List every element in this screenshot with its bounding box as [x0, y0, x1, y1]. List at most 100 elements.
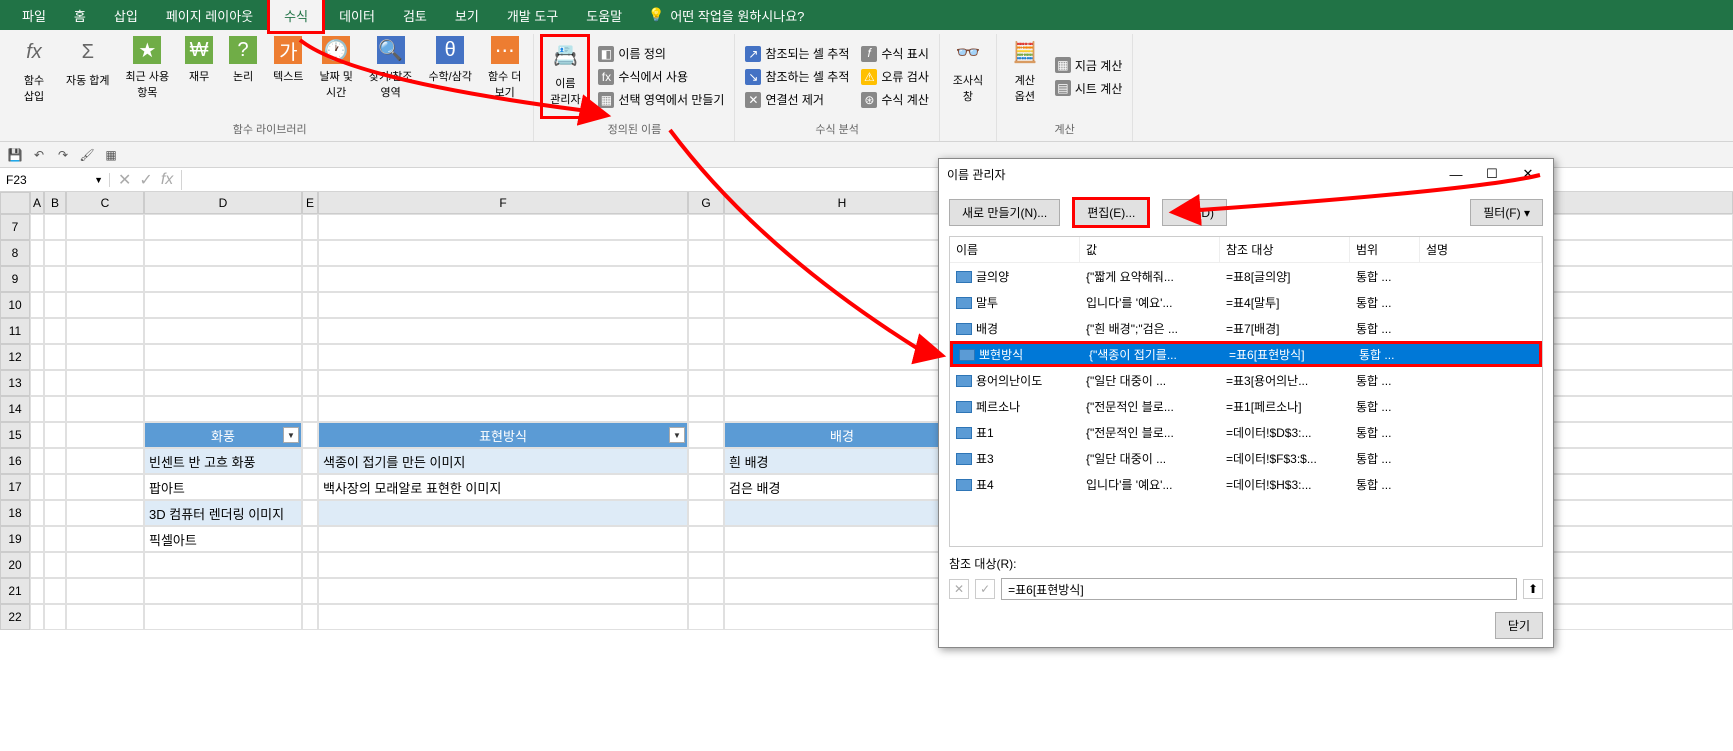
- cell[interactable]: [688, 318, 724, 344]
- cell[interactable]: [724, 266, 960, 292]
- cell[interactable]: [724, 500, 960, 526]
- tab-file[interactable]: 파일: [8, 0, 60, 31]
- trace-dep-button[interactable]: ↘참조하는 셀 추적: [741, 67, 853, 86]
- cell[interactable]: 화풍▼: [144, 422, 302, 448]
- cell[interactable]: 3D 컴퓨터 렌더링 이미지: [144, 500, 302, 526]
- cell[interactable]: [688, 292, 724, 318]
- list-col-desc[interactable]: 설명: [1420, 237, 1542, 262]
- row-header[interactable]: 14: [0, 396, 30, 422]
- cell[interactable]: [302, 344, 318, 370]
- cell[interactable]: [302, 214, 318, 240]
- cell[interactable]: [30, 318, 44, 344]
- cell[interactable]: [44, 526, 66, 552]
- name-list-row[interactable]: 용어의난이도 {"일단 대중이 ... =표3[용어의난... 통합 ...: [950, 367, 1542, 393]
- tab-review[interactable]: 검토: [389, 0, 441, 31]
- cell[interactable]: 배경▼: [724, 422, 960, 448]
- cell[interactable]: [688, 422, 724, 448]
- define-name-button[interactable]: ◧이름 정의: [594, 44, 728, 63]
- cell[interactable]: [302, 370, 318, 396]
- cell[interactable]: [44, 318, 66, 344]
- cell[interactable]: [66, 526, 144, 552]
- cell[interactable]: [144, 578, 302, 604]
- cell[interactable]: [66, 214, 144, 240]
- cell[interactable]: 팝아트: [144, 474, 302, 500]
- cell[interactable]: [688, 552, 724, 578]
- cell[interactable]: [30, 266, 44, 292]
- name-manager-button[interactable]: 📇이름 관리자: [540, 34, 590, 119]
- cell[interactable]: [30, 344, 44, 370]
- cell[interactable]: [66, 266, 144, 292]
- dialog-titlebar[interactable]: 이름 관리자 — ☐ ✕: [939, 159, 1553, 189]
- cell[interactable]: [144, 552, 302, 578]
- use-in-formula-button[interactable]: fx수식에서 사용: [594, 67, 728, 86]
- cell[interactable]: [302, 422, 318, 448]
- cell[interactable]: [688, 526, 724, 552]
- insert-function-button[interactable]: fx함수 삽입: [12, 34, 56, 119]
- cell[interactable]: [66, 422, 144, 448]
- list-col-name[interactable]: 이름: [950, 237, 1080, 262]
- cancel-icon[interactable]: ✕: [118, 170, 131, 190]
- row-header[interactable]: 18: [0, 500, 30, 526]
- cell[interactable]: [30, 578, 44, 604]
- cell[interactable]: [144, 318, 302, 344]
- recent-button[interactable]: ★최근 사용 항목: [120, 34, 176, 119]
- calc-now-button[interactable]: ▦지금 계산: [1051, 56, 1127, 75]
- cell[interactable]: 빈센트 반 고흐 화풍: [144, 448, 302, 474]
- confirm-icon[interactable]: ✓: [975, 579, 995, 599]
- cell[interactable]: [688, 474, 724, 500]
- name-list-row[interactable]: 표4 입니다'를 '예요'... =데이터!$H$3:... 통합 ...: [950, 471, 1542, 497]
- cell[interactable]: [724, 604, 960, 630]
- name-list-row[interactable]: 뽀현방식 {"색종이 접기를... =표6[표현방식] 통합 ...: [950, 341, 1542, 367]
- undo-icon[interactable]: ↶: [30, 146, 48, 164]
- col-header[interactable]: D: [144, 192, 302, 214]
- cell[interactable]: [688, 604, 724, 630]
- cell[interactable]: [30, 396, 44, 422]
- tab-insert[interactable]: 삽입: [100, 0, 152, 31]
- cell[interactable]: [44, 292, 66, 318]
- more-button[interactable]: ⋯함수 더 보기: [482, 34, 527, 119]
- name-box[interactable]: F23▼: [0, 173, 110, 187]
- cell[interactable]: [44, 474, 66, 500]
- cell[interactable]: [30, 370, 44, 396]
- col-header[interactable]: G: [688, 192, 724, 214]
- cell[interactable]: [44, 422, 66, 448]
- col-header[interactable]: H: [724, 192, 960, 214]
- cell[interactable]: [66, 474, 144, 500]
- cell[interactable]: [688, 500, 724, 526]
- text-button[interactable]: 가텍스트: [267, 34, 309, 119]
- cell[interactable]: [302, 526, 318, 552]
- cell[interactable]: 픽셀아트: [144, 526, 302, 552]
- tab-home[interactable]: 홈: [60, 0, 100, 31]
- filter-dropdown-icon[interactable]: ▼: [669, 427, 685, 443]
- row-header[interactable]: 10: [0, 292, 30, 318]
- cell[interactable]: [44, 344, 66, 370]
- delete-name-button[interactable]: 삭제(D): [1162, 199, 1227, 226]
- col-header[interactable]: C: [66, 192, 144, 214]
- cell[interactable]: [44, 448, 66, 474]
- name-list-row[interactable]: 글의양 {"짧게 요약해줘... =표8[글의양] 통합 ...: [950, 263, 1542, 289]
- cell[interactable]: [30, 240, 44, 266]
- row-header[interactable]: 13: [0, 370, 30, 396]
- cell[interactable]: [66, 370, 144, 396]
- list-col-ref[interactable]: 참조 대상: [1220, 237, 1350, 262]
- filter-button[interactable]: 필터(F) ▾: [1470, 199, 1543, 226]
- row-header[interactable]: 9: [0, 266, 30, 292]
- cell[interactable]: [302, 500, 318, 526]
- cell[interactable]: [30, 526, 44, 552]
- cell[interactable]: [30, 500, 44, 526]
- logical-button[interactable]: ?논리: [223, 34, 263, 119]
- close-dialog-button[interactable]: 닫기: [1495, 612, 1543, 639]
- cell[interactable]: [66, 292, 144, 318]
- tab-layout[interactable]: 페이지 레이아웃: [152, 0, 267, 31]
- fx-icon[interactable]: fx: [161, 171, 173, 189]
- cell[interactable]: [724, 578, 960, 604]
- minimize-button[interactable]: —: [1439, 162, 1473, 186]
- financial-button[interactable]: ₩재무: [179, 34, 219, 119]
- cell[interactable]: [44, 396, 66, 422]
- error-check-button[interactable]: ⚠오류 검사: [857, 67, 933, 86]
- row-header[interactable]: 11: [0, 318, 30, 344]
- cell[interactable]: [318, 604, 688, 630]
- cell[interactable]: [688, 448, 724, 474]
- cell[interactable]: [688, 578, 724, 604]
- cell[interactable]: [302, 266, 318, 292]
